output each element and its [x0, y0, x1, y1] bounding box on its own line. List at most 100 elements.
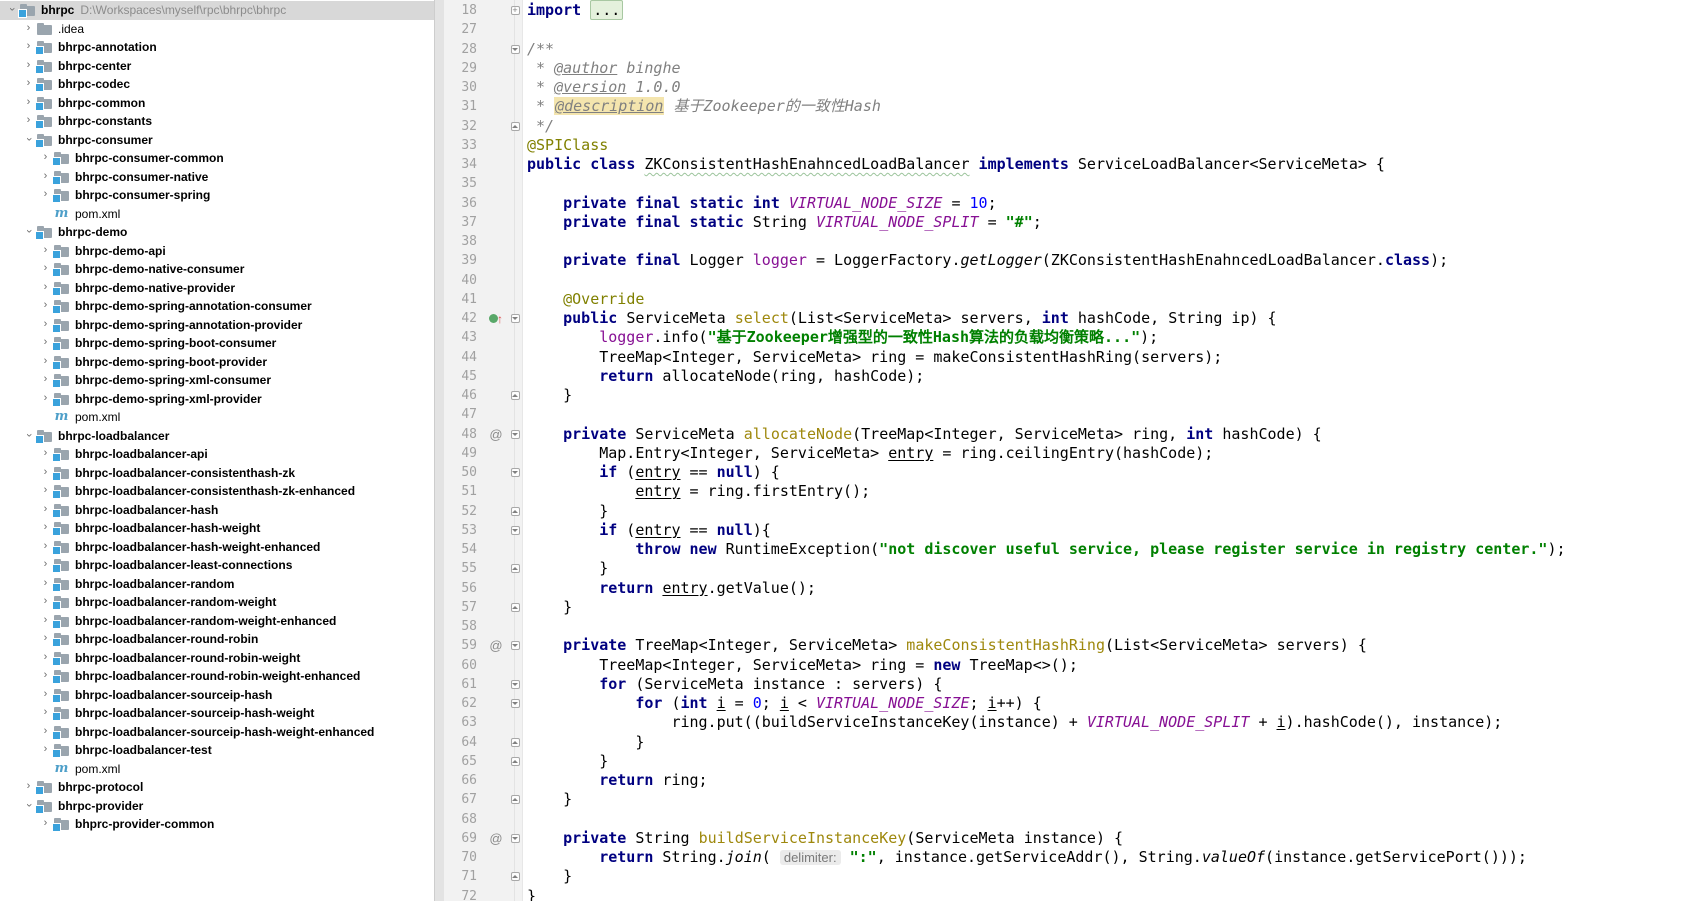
chevron-expanded-icon[interactable]: ›	[21, 131, 36, 150]
tree-item-bhrpc[interactable]: ›bhrpcD:\Workspaces\myself\rpc\bhrpc\bhr…	[0, 1, 434, 20]
chevron-collapsed-icon[interactable]: ›	[38, 538, 53, 557]
line-number[interactable]: 36	[444, 194, 484, 213]
chevron-collapsed-icon[interactable]: ›	[38, 260, 53, 279]
line-number[interactable]: 43	[444, 328, 484, 347]
line-number[interactable]: 46	[444, 386, 484, 405]
code-text[interactable]: if (entry == null) {	[522, 463, 780, 482]
line-number[interactable]: 40	[444, 271, 484, 290]
line-number[interactable]: 68	[444, 810, 484, 829]
tree-item-.idea[interactable]: ›.idea	[0, 20, 434, 39]
code-text[interactable]: private String buildServiceInstanceKey(S…	[522, 829, 1123, 848]
code-text[interactable]: import ...	[522, 1, 623, 20]
tree-item-bhrpc-loadbalancer-sourceip-hash[interactable]: ›bhrpc-loadbalancer-sourceip-hash	[0, 686, 434, 705]
fold-start-icon[interactable]	[511, 834, 520, 843]
fold-start-icon[interactable]	[511, 680, 520, 689]
line-number[interactable]: 58	[444, 617, 484, 636]
code-text[interactable]: @Override	[522, 290, 644, 309]
chevron-collapsed-icon[interactable]: ›	[38, 149, 53, 168]
code-text[interactable]: }	[522, 752, 608, 771]
line-number[interactable]: 41	[444, 290, 484, 309]
code-text[interactable]: TreeMap<Integer, ServiceMeta> ring = new…	[522, 656, 1078, 675]
tree-item-bhrpc-common[interactable]: ›bhrpc-common	[0, 94, 434, 113]
line-number[interactable]: 65	[444, 752, 484, 771]
code-text[interactable]: public class ZKConsistentHashEnahncedLoa…	[522, 155, 1385, 174]
chevron-collapsed-icon[interactable]: ›	[38, 519, 53, 538]
chevron-expanded-icon[interactable]: ›	[21, 427, 36, 446]
code-text[interactable]: public ServiceMeta select(List<ServiceMe…	[522, 309, 1277, 328]
code-text[interactable]: }	[522, 790, 572, 809]
fold-end-icon[interactable]	[511, 795, 520, 804]
chevron-collapsed-icon[interactable]: ›	[38, 371, 53, 390]
annotation-at-icon[interactable]: @	[489, 425, 502, 444]
fold-start-icon[interactable]	[511, 45, 520, 54]
chevron-collapsed-icon[interactable]: ›	[21, 778, 36, 797]
code-text[interactable]: * @description 基于Zookeeper的一致性Hash	[522, 97, 881, 116]
tree-item-pom.xml[interactable]: mpom.xml	[0, 205, 434, 224]
chevron-expanded-icon[interactable]: ›	[21, 797, 36, 816]
fold-start-icon[interactable]	[511, 430, 520, 439]
chevron-collapsed-icon[interactable]: ›	[38, 593, 53, 612]
chevron-collapsed-icon[interactable]: ›	[38, 334, 53, 353]
tree-item-bhrpc-constants[interactable]: ›bhrpc-constants	[0, 112, 434, 131]
chevron-collapsed-icon[interactable]: ›	[38, 279, 53, 298]
chevron-collapsed-icon[interactable]: ›	[38, 686, 53, 705]
chevron-collapsed-icon[interactable]: ›	[21, 20, 36, 39]
line-number[interactable]: 44	[444, 348, 484, 367]
chevron-expanded-icon[interactable]: ›	[4, 1, 19, 20]
code-text[interactable]	[522, 271, 527, 290]
tree-item-bhrpc-loadbalancer-random[interactable]: ›bhrpc-loadbalancer-random	[0, 575, 434, 594]
fold-end-icon[interactable]	[511, 391, 520, 400]
code-text[interactable]: private final Logger logger = LoggerFact…	[522, 251, 1448, 270]
tree-item-bhrpc-center[interactable]: ›bhrpc-center	[0, 57, 434, 76]
tree-item-bhrpc-codec[interactable]: ›bhrpc-codec	[0, 75, 434, 94]
line-number[interactable]: 49	[444, 444, 484, 463]
tree-item-bhprc-provider-common[interactable]: ›bhprc-provider-common	[0, 815, 434, 834]
chevron-collapsed-icon[interactable]: ›	[21, 57, 36, 76]
tree-item-bhrpc-loadbalancer-hash-weight[interactable]: ›bhrpc-loadbalancer-hash-weight	[0, 519, 434, 538]
chevron-collapsed-icon[interactable]: ›	[38, 242, 53, 261]
code-text[interactable]	[522, 405, 527, 424]
tree-item-pom.xml[interactable]: mpom.xml	[0, 408, 434, 427]
tree-item-bhrpc-loadbalancer-test[interactable]: ›bhrpc-loadbalancer-test	[0, 741, 434, 760]
tree-item-bhrpc-loadbalancer-round-robin-weight-enhanced[interactable]: ›bhrpc-loadbalancer-round-robin-weight-e…	[0, 667, 434, 686]
code-text[interactable]: TreeMap<Integer, ServiceMeta> ring = mak…	[522, 348, 1222, 367]
line-number[interactable]: 48	[444, 425, 484, 444]
chevron-collapsed-icon[interactable]: ›	[21, 75, 36, 94]
fold-start-icon[interactable]	[511, 314, 520, 323]
chevron-collapsed-icon[interactable]: ›	[38, 186, 53, 205]
line-number[interactable]: 54	[444, 540, 484, 559]
tree-item-bhrpc-loadbalancer-round-robin[interactable]: ›bhrpc-loadbalancer-round-robin	[0, 630, 434, 649]
line-number[interactable]: 67	[444, 790, 484, 809]
chevron-collapsed-icon[interactable]: ›	[38, 741, 53, 760]
tree-item-bhrpc-loadbalancer-round-robin-weight[interactable]: ›bhrpc-loadbalancer-round-robin-weight	[0, 649, 434, 668]
line-number[interactable]: 57	[444, 598, 484, 617]
code-text[interactable]: }	[522, 559, 608, 578]
line-number[interactable]: 69	[444, 829, 484, 848]
chevron-collapsed-icon[interactable]: ›	[38, 575, 53, 594]
tree-item-bhrpc-loadbalancer-random-weight[interactable]: ›bhrpc-loadbalancer-random-weight	[0, 593, 434, 612]
fold-start-icon[interactable]	[511, 468, 520, 477]
line-number[interactable]: 29	[444, 59, 484, 78]
chevron-collapsed-icon[interactable]: ›	[38, 445, 53, 464]
line-number[interactable]: 38	[444, 232, 484, 251]
line-number[interactable]: 56	[444, 579, 484, 598]
chevron-collapsed-icon[interactable]: ›	[38, 464, 53, 483]
tree-item-bhrpc-loadbalancer-consistenthash-zk-enhanced[interactable]: ›bhrpc-loadbalancer-consistenthash-zk-en…	[0, 482, 434, 501]
tree-item-bhrpc-annotation[interactable]: ›bhrpc-annotation	[0, 38, 434, 57]
chevron-collapsed-icon[interactable]: ›	[38, 815, 53, 834]
fold-start-icon[interactable]	[511, 699, 520, 708]
code-text[interactable]	[522, 810, 527, 829]
chevron-collapsed-icon[interactable]: ›	[21, 38, 36, 57]
code-text[interactable]: return entry.getValue();	[522, 579, 816, 598]
line-number[interactable]: 30	[444, 78, 484, 97]
tree-item-bhrpc-demo-spring-xml-consumer[interactable]: ›bhrpc-demo-spring-xml-consumer	[0, 371, 434, 390]
line-number[interactable]: 37	[444, 213, 484, 232]
tree-item-bhrpc-demo[interactable]: ›bhrpc-demo	[0, 223, 434, 242]
line-number[interactable]: 45	[444, 367, 484, 386]
chevron-collapsed-icon[interactable]: ›	[38, 501, 53, 520]
code-text[interactable]: ring.put((buildServiceInstanceKey(instan…	[522, 713, 1502, 732]
code-text[interactable]: }	[522, 867, 572, 886]
tree-item-bhrpc-demo-spring-boot-consumer[interactable]: ›bhrpc-demo-spring-boot-consumer	[0, 334, 434, 353]
line-number[interactable]: 52	[444, 502, 484, 521]
chevron-collapsed-icon[interactable]: ›	[38, 723, 53, 742]
